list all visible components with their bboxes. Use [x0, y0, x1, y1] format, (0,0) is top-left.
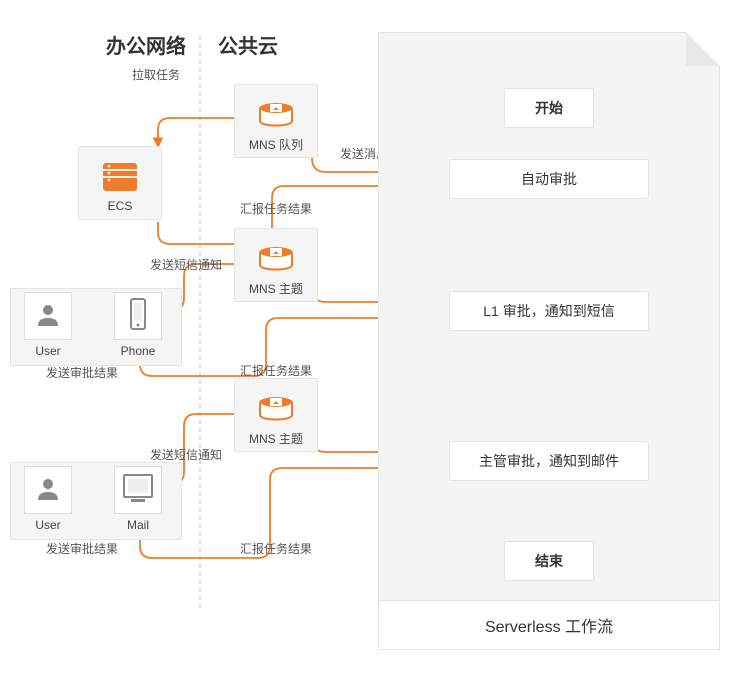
- flow-step-end: 结束: [504, 541, 594, 581]
- diagram-canvas: 办公网络 公共云 拉取任务 发送消息 汇报任务结果 发送短信通知 汇报任务结果 …: [0, 0, 746, 686]
- phone-caption: Phone: [108, 344, 168, 358]
- mail-caption: Mail: [108, 518, 168, 532]
- mns-queue-caption: MNS 队列: [249, 136, 303, 153]
- section-title-cloud: 公共云: [218, 30, 278, 59]
- node-mns-topic-2: MNS 主题: [234, 378, 318, 452]
- user-2-caption: User: [18, 518, 78, 532]
- mns-topic-icon: [253, 388, 299, 428]
- user-icon: [33, 299, 63, 334]
- mns-topic-1-caption: MNS 主题: [249, 280, 303, 297]
- section-title-office: 办公网络: [106, 30, 186, 59]
- ecs-icon: [97, 157, 143, 197]
- mns-queue-icon: [253, 94, 299, 134]
- node-phone: Phone: [108, 292, 168, 358]
- mns-topic-icon: [253, 238, 299, 278]
- workflow-title: Serverless 工作流: [379, 600, 719, 649]
- label-sms-notify-1: 发送短信通知: [150, 256, 222, 273]
- phone-icon: [126, 297, 150, 336]
- user-icon: [33, 473, 63, 508]
- serverless-workflow-panel: 开始 自动审批 L1 审批，通知到短信 主管审批，通知到邮件 结束 Server…: [378, 32, 720, 650]
- label-send-approval-2: 发送审批结果: [46, 540, 118, 557]
- label-send-approval-1: 发送审批结果: [46, 364, 118, 381]
- mail-icon: [119, 471, 157, 510]
- node-user-1: User: [18, 292, 78, 358]
- mns-topic-2-caption: MNS 主题: [249, 430, 303, 447]
- user-1-caption: User: [18, 344, 78, 358]
- label-report-1: 汇报任务结果: [240, 200, 312, 217]
- flow-step-auto-approval: 自动审批: [449, 159, 649, 199]
- label-pull-task: 拉取任务: [132, 66, 180, 83]
- flow-step-l1-approval: L1 审批，通知到短信: [449, 291, 649, 331]
- label-sms-notify-2: 发送短信通知: [150, 446, 222, 463]
- flow-step-manager-approval: 主管审批，通知到邮件: [449, 441, 649, 481]
- ecs-caption: ECS: [108, 199, 133, 213]
- label-report-2: 汇报任务结果: [240, 362, 312, 379]
- node-ecs: ECS: [78, 146, 162, 220]
- node-user-2: User: [18, 466, 78, 532]
- flow-step-start: 开始: [504, 88, 594, 128]
- node-mns-topic-1: MNS 主题: [234, 228, 318, 302]
- label-report-3: 汇报任务结果: [240, 540, 312, 557]
- node-mail: Mail: [108, 466, 168, 532]
- node-mns-queue: MNS 队列: [234, 84, 318, 158]
